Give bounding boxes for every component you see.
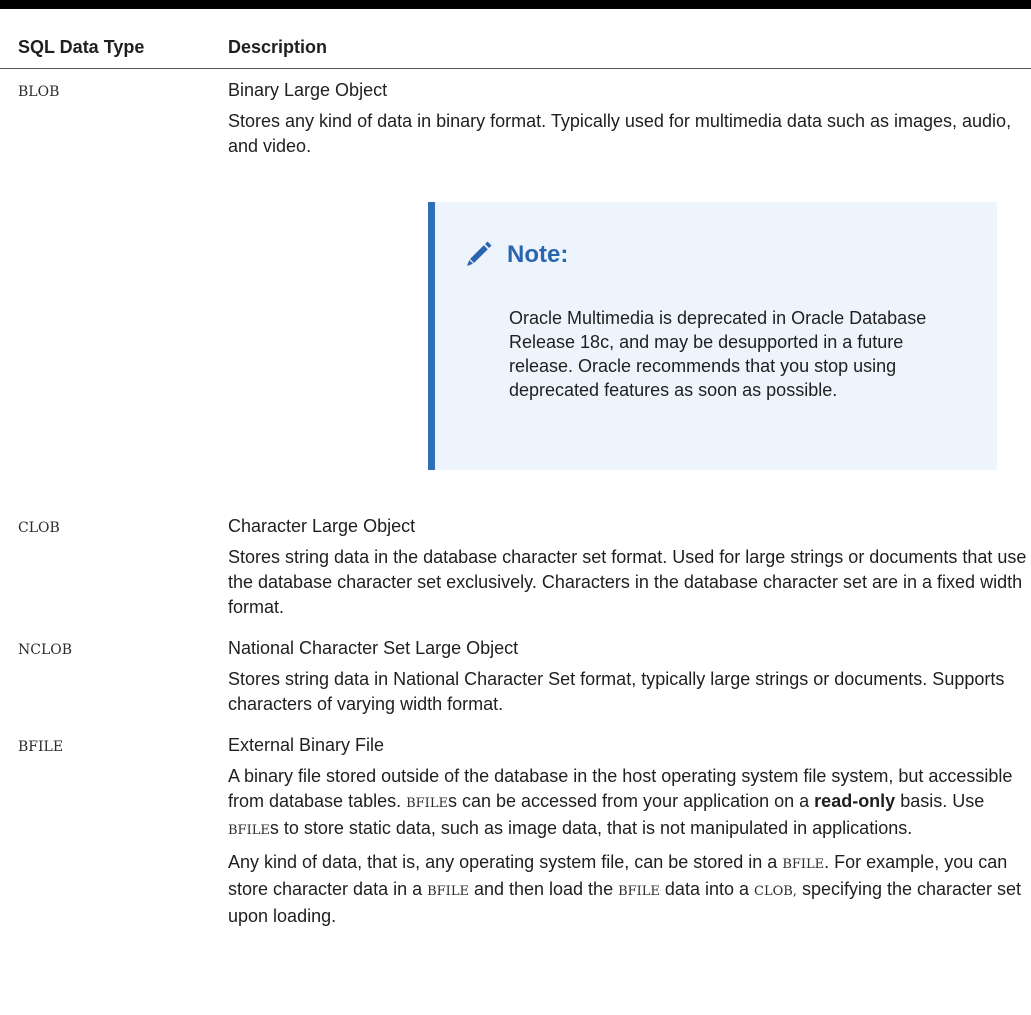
- description-cell: National Character Set Large Object Stor…: [228, 627, 1031, 724]
- text-run: basis. Use: [895, 791, 985, 811]
- note-title: Note:: [507, 240, 569, 268]
- column-header-description: Description: [228, 37, 328, 57]
- description-cell: External Binary File A binary file store…: [228, 724, 1031, 936]
- type-cell: CLOB: [18, 520, 60, 536]
- code-term: BFILE: [782, 857, 825, 872]
- type-name: Binary Large Object: [228, 80, 388, 100]
- type-name: Character Large Object: [228, 516, 416, 536]
- description-cell: Binary Large Object Stores any kind of d…: [228, 69, 1031, 506]
- top-rule: [0, 0, 1031, 9]
- type-cell: NCLOB: [18, 642, 73, 658]
- table-row: BLOB Binary Large Object Stores any kind…: [0, 69, 1031, 506]
- note-body: Oracle Multimedia is deprecated in Oracl…: [509, 308, 927, 400]
- table-row: CLOB Character Large Object Stores strin…: [0, 505, 1031, 627]
- code-term: BFILE: [618, 884, 660, 899]
- type-description: Stores any kind of data in binary format…: [228, 111, 1012, 156]
- code-term: BFILE: [427, 884, 469, 899]
- table-row: BFILE External Binary File A binary file…: [0, 724, 1031, 936]
- note-header: Note:: [463, 238, 568, 270]
- type-description-extra: Any kind of data, that is, any operating…: [228, 850, 1027, 929]
- table-header-row: SQL Data Type Description: [0, 30, 1031, 69]
- text-run: s can be accessed from your application …: [447, 791, 815, 811]
- text-run: Any kind of data, that is, any operating…: [228, 852, 783, 872]
- type-name: National Character Set Large Object: [228, 638, 519, 658]
- note-box: Note: Oracle Multimedia is deprecated in…: [428, 202, 997, 470]
- code-term: BFILE: [406, 796, 448, 811]
- column-header-type: SQL Data Type: [18, 37, 145, 57]
- type-cell: BLOB: [18, 84, 60, 100]
- type-description: Stores string data in the database chara…: [228, 547, 1027, 617]
- type-cell: BFILE: [18, 739, 64, 755]
- data-types-table: SQL Data Type Description BLOB Binary La…: [0, 30, 1031, 936]
- code-term: CLOB,: [754, 884, 797, 899]
- table-row: NCLOB National Character Set Large Objec…: [0, 627, 1031, 724]
- description-cell: Character Large Object Stores string dat…: [228, 505, 1031, 627]
- pencil-icon: [467, 241, 492, 266]
- text-run: data into a: [659, 879, 754, 899]
- code-term: BFILE: [228, 823, 270, 838]
- type-description: A binary file stored outside of the data…: [228, 764, 1027, 843]
- bold-term: read-only: [814, 791, 896, 811]
- text-run: and then load the: [468, 879, 619, 899]
- text-run: s to store static data, such as image da…: [269, 818, 913, 838]
- type-name: External Binary File: [228, 735, 385, 755]
- type-description: Stores string data in National Character…: [228, 669, 1005, 714]
